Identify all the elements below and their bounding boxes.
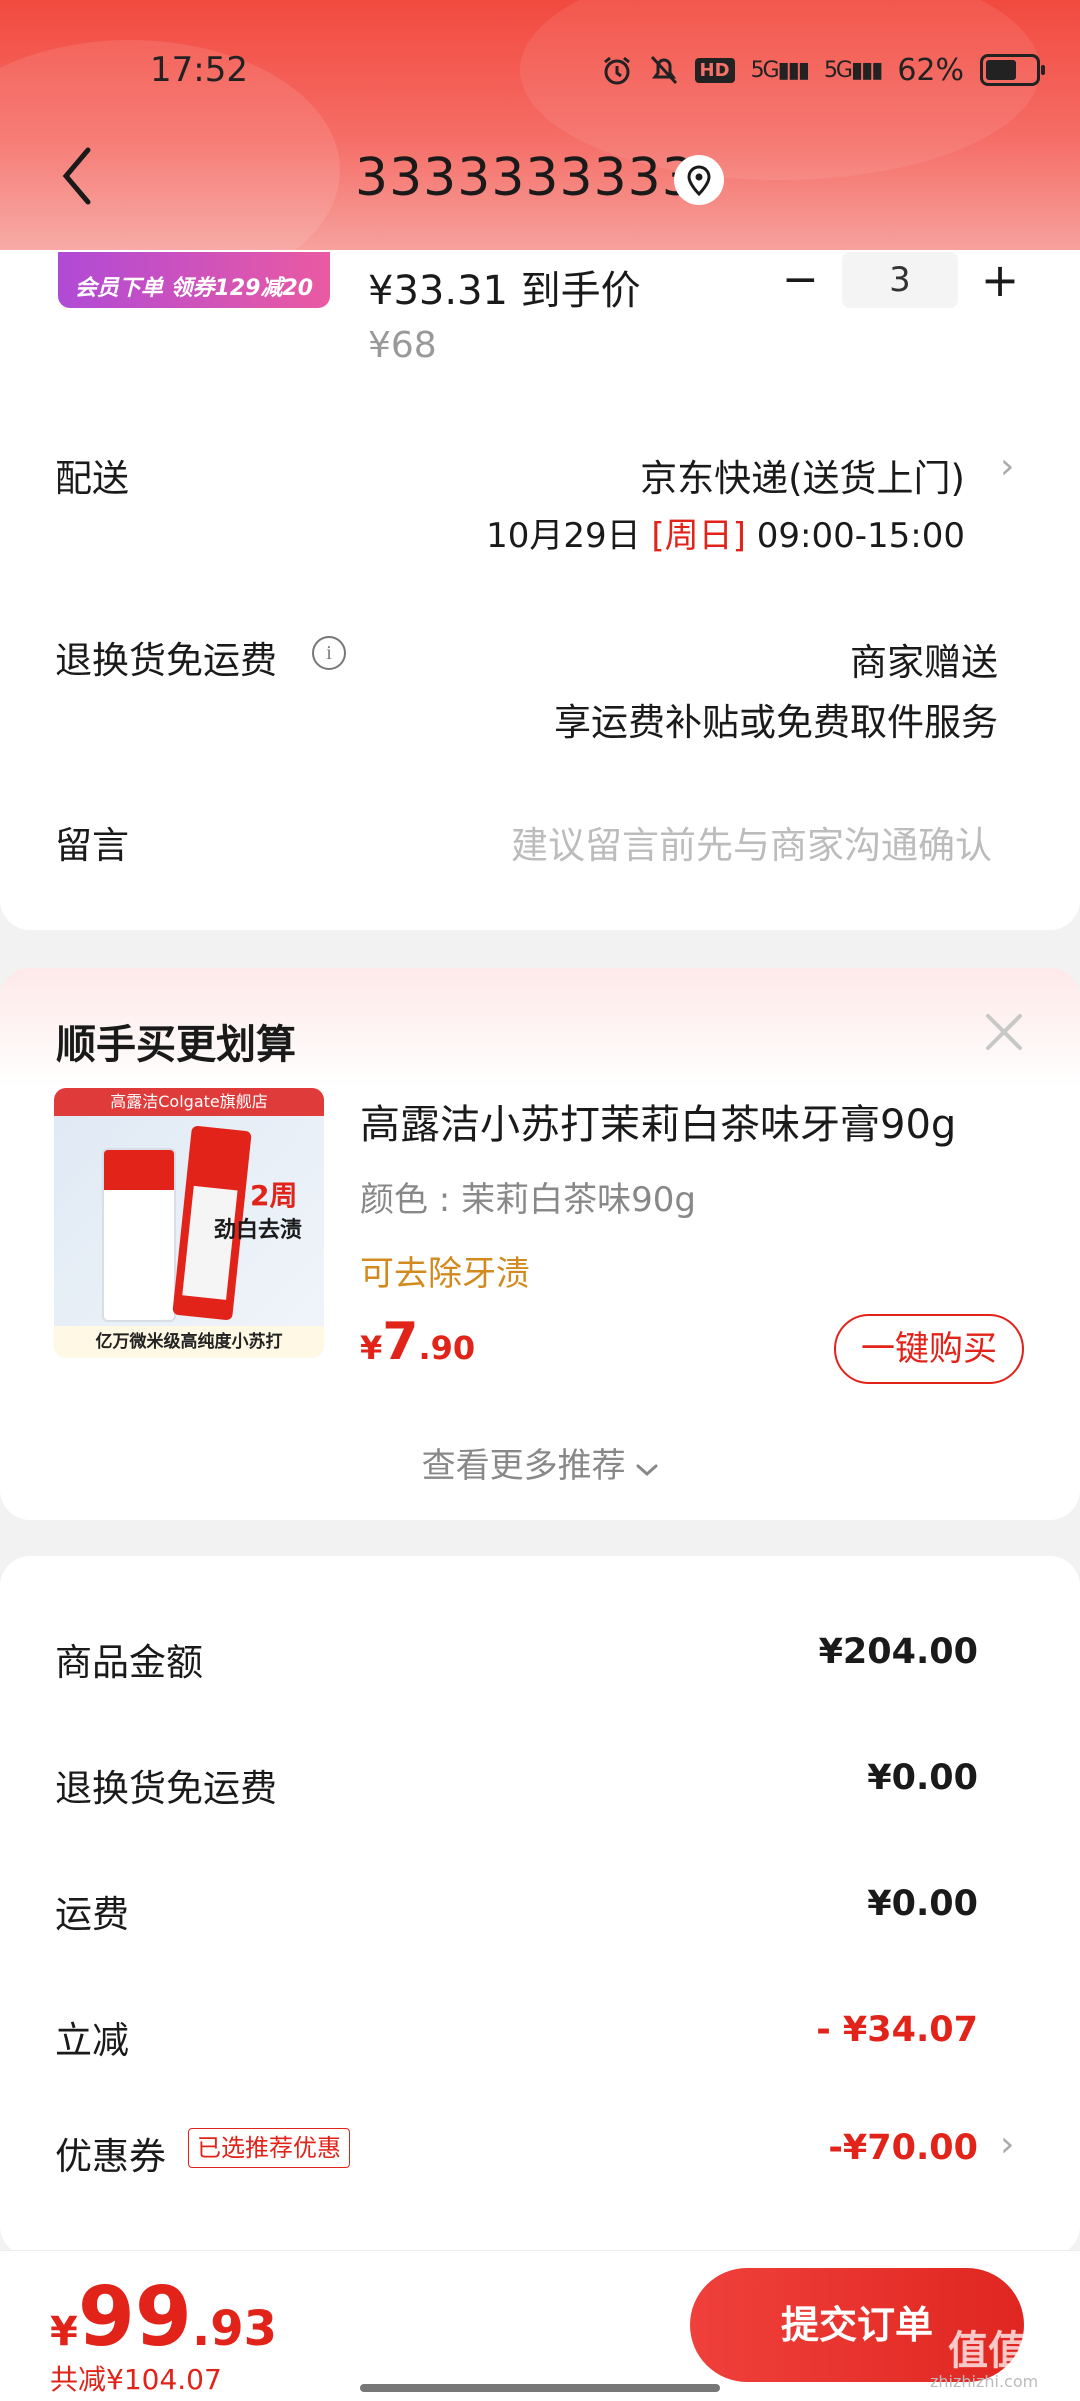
return-shipping-label: 退换货免运费 xyxy=(55,639,277,682)
quantity-field[interactable]: 3 xyxy=(842,252,958,308)
summary-label: 退换货免运费 xyxy=(55,1767,277,1810)
product-original-price: ¥68 xyxy=(368,325,437,366)
delivery-method[interactable]: 京东快递(送货上门) xyxy=(640,448,965,502)
signal-icon: 5G▮▮▮ xyxy=(823,57,883,83)
location-pin-icon xyxy=(687,165,711,196)
status-time: 17:52 xyxy=(150,50,248,90)
chevron-left-icon xyxy=(62,147,91,205)
info-icon[interactable]: i xyxy=(312,636,346,670)
message-input[interactable]: 建议留言前先与商家沟通确认 xyxy=(511,815,992,869)
close-icon xyxy=(986,1014,1022,1050)
close-button[interactable] xyxy=(982,1010,1026,1054)
recommended-product-name[interactable]: 高露洁小苏打茉莉白茶味牙膏90g xyxy=(360,1092,956,1150)
chevron-right-icon[interactable]: › xyxy=(1000,2124,1014,2165)
summary-value: ¥0.00 xyxy=(867,1758,978,1798)
quantity-increase-button[interactable]: + xyxy=(980,257,1020,303)
product-thumbnail[interactable]: 会员下单 领券129减20 xyxy=(58,252,330,308)
coupon-value[interactable]: -¥70.00 xyxy=(828,2128,978,2168)
recommended-product-image[interactable]: 高露洁Colgate旗舰店 2周 劲白去渍 亿万微米级高纯度小苏打 xyxy=(54,1088,324,1358)
product-final-price: ¥33.31 到手价 xyxy=(368,268,641,314)
signal-icon: 5G▮▮▮ xyxy=(750,57,810,83)
return-shipping-provider: 商家赠送 xyxy=(850,641,998,684)
coupon-label: 优惠券 xyxy=(55,2135,166,2178)
recommended-product-price: ¥7.90 xyxy=(360,1312,476,1372)
more-recommendations-link[interactable]: 查看更多推荐 xyxy=(0,1438,1080,1487)
hd-icon: HD xyxy=(694,57,735,83)
chevron-down-icon xyxy=(636,1464,658,1477)
back-button[interactable] xyxy=(58,146,98,206)
message-label: 留言 xyxy=(55,824,129,867)
mute-bell-icon xyxy=(650,55,677,85)
return-shipping-benefit: 享运费补贴或免费取件服务 xyxy=(554,701,998,744)
summary-label: 立减 xyxy=(55,2019,129,2062)
header-bar xyxy=(0,0,1080,250)
coupon-tag: 已选推荐优惠 xyxy=(188,2128,350,2168)
toothpaste-tube-graphic xyxy=(102,1148,176,1322)
total-saved: 共减¥104.07 xyxy=(50,2363,222,2396)
summary-value: ¥0.00 xyxy=(867,1884,978,1924)
battery-percent: 62% xyxy=(897,52,964,88)
battery-icon xyxy=(980,54,1045,86)
discount-value: - ¥34.07 xyxy=(816,2010,978,2050)
image-badge-text: 2周 xyxy=(250,1179,298,1212)
delivery-date[interactable]: 10月29日 [周日] 09:00-15:00 xyxy=(486,508,965,557)
alarm-icon xyxy=(603,56,630,85)
recommendation-title: 顺手买更划算 xyxy=(56,1022,296,1068)
summary-label: 商品金额 xyxy=(55,1641,203,1684)
quantity-decrease-button[interactable]: − xyxy=(782,258,819,302)
watermark-url: zhizhizhi.com xyxy=(930,2372,1039,2391)
image-claim-text: 劲白去渍 xyxy=(214,1218,303,1243)
location-button[interactable] xyxy=(674,155,724,205)
total-price: ¥99.93 xyxy=(50,2270,277,2365)
status-icons: HD 5G▮▮▮ 5G▮▮▮ 62% xyxy=(601,50,1045,90)
summary-label: 运费 xyxy=(55,1893,129,1936)
one-click-buy-button[interactable]: 一键购买 xyxy=(834,1314,1024,1384)
watermark-logo: 值值值 xyxy=(948,2328,1068,2374)
delivery-label: 配送 xyxy=(55,457,129,500)
summary-value: ¥204.00 xyxy=(818,1632,978,1672)
recommended-product-tag: 可去除牙渍 xyxy=(360,1254,530,1294)
image-brand-text: 高露洁Colgate旗舰店 xyxy=(54,1088,324,1116)
page-title: 3333333333 xyxy=(355,148,696,208)
recommended-product-spec: 颜色 : 茉莉白茶味90g xyxy=(360,1180,696,1220)
chevron-right-icon[interactable]: › xyxy=(1000,446,1014,487)
image-footer-text: 亿万微米级高纯度小苏打 xyxy=(54,1326,324,1358)
home-indicator[interactable] xyxy=(360,2384,720,2392)
